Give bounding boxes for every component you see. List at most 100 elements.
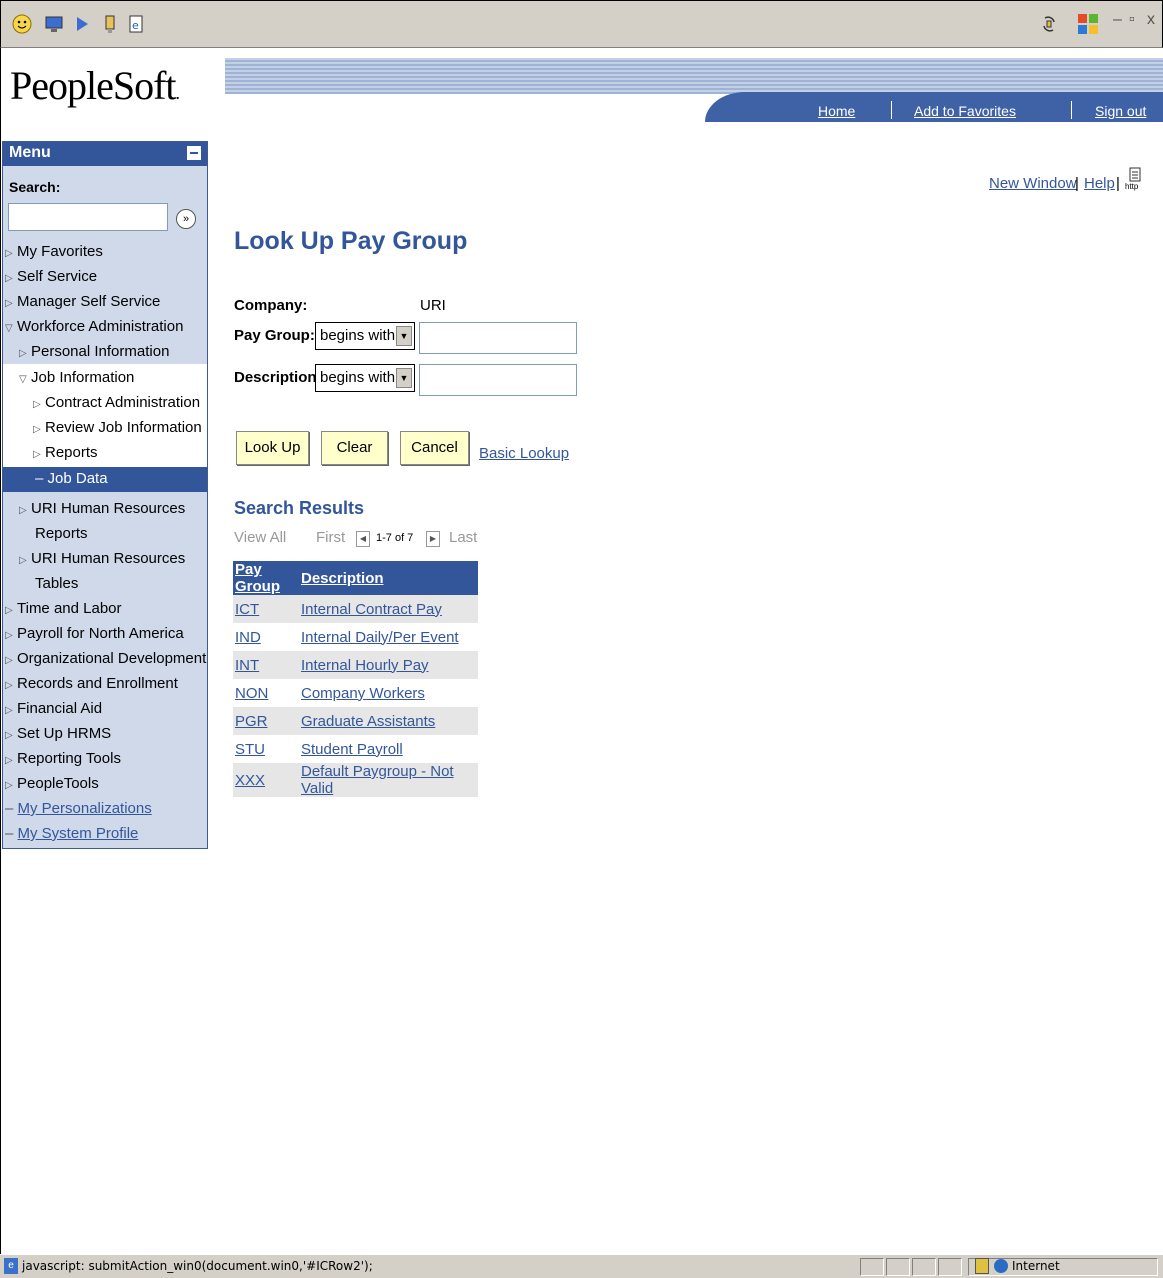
search-go-icon[interactable]: » — [176, 209, 196, 229]
menu-item-job-data[interactable]: – Job Data — [3, 467, 207, 492]
minimize-icon[interactable]: – — [1113, 11, 1122, 29]
first-link[interactable]: First — [316, 529, 345, 546]
pay-group-link[interactable]: PGR — [235, 713, 268, 730]
view-all-link[interactable]: View All — [234, 529, 286, 546]
menu-item-setup-hrms[interactable]: ▷ Set Up HRMS — [5, 725, 111, 742]
column-header-description[interactable]: Description — [299, 561, 478, 595]
menu-pane: Menu Search: » ▷ My Favorites ▷ Self Servi… — [2, 141, 208, 849]
menu-item-uri-hr-reports-cont[interactable]: Reports — [35, 525, 88, 542]
clear-button[interactable]: Clear — [321, 431, 388, 465]
menu-item-reporting-tools[interactable]: ▷ Reporting Tools — [5, 750, 121, 767]
description-operator-select[interactable]: begins with ▼ — [315, 364, 415, 392]
company-value: URI — [420, 297, 446, 314]
sign-out-link[interactable]: Sign out — [1095, 103, 1146, 119]
pay-group-link[interactable]: IND — [235, 629, 261, 646]
table-row: ICT Internal Contract Pay — [233, 595, 478, 623]
table-row: INT Internal Hourly Pay — [233, 651, 478, 679]
description-link[interactable]: Company Workers — [301, 685, 425, 702]
description-input[interactable] — [419, 364, 577, 396]
prev-arrow-icon[interactable]: ◀ — [356, 531, 370, 547]
browser-toolbar: e – ▫ x — [0, 0, 1163, 48]
monitor-icon[interactable] — [43, 13, 65, 35]
menu-item-label: My Personalizations — [17, 800, 152, 817]
menu-item-label: Tables — [35, 575, 79, 592]
description-link[interactable]: Internal Contract Pay — [301, 601, 442, 618]
pay-group-link[interactable]: NON — [235, 685, 268, 702]
http-label: http — [1125, 182, 1139, 191]
menu-item-uri-hr-tables[interactable]: ▷ URI Human Resources — [19, 550, 185, 567]
menu-item-time-and-labor[interactable]: ▷ Time and Labor — [5, 600, 122, 617]
menu-item-label: My System Profile — [17, 825, 139, 842]
description-link[interactable]: Student Payroll — [301, 741, 403, 758]
dropdown-arrow-icon[interactable]: ▼ — [396, 368, 412, 388]
pay-group-link[interactable]: INT — [235, 657, 259, 674]
menu-title: Menu — [9, 144, 51, 161]
menu-item-job-information[interactable]: ▽ Job Information — [19, 369, 134, 386]
menu-item-personal-information[interactable]: ▷ Personal Information — [19, 343, 169, 360]
collapse-icon[interactable] — [187, 146, 201, 160]
menu-item-records-enrollment[interactable]: ▷ Records and Enrollment — [5, 675, 178, 692]
look-up-button[interactable]: Look Up — [236, 431, 309, 465]
smiley-icon[interactable] — [11, 13, 33, 35]
close-icon[interactable]: x — [1147, 11, 1155, 29]
menu-item-financial-aid[interactable]: ▷ Financial Aid — [5, 700, 102, 717]
new-window-link[interactable]: New Window — [989, 175, 1077, 192]
menu-item-org-development[interactable]: ▷ Organizational Development — [5, 650, 206, 667]
dropdown-arrow-icon[interactable]: ▼ — [396, 326, 412, 346]
http-page-icon[interactable]: http — [1125, 167, 1145, 193]
menu-item-workforce-administration[interactable]: ▽ Workforce Administration — [5, 318, 183, 335]
last-link[interactable]: Last — [449, 529, 477, 546]
next-arrow-icon[interactable]: ▶ — [426, 531, 440, 547]
menu-item-manager-self-service[interactable]: ▷ Manager Self Service — [5, 293, 160, 310]
pay-group-link[interactable]: ICT — [235, 601, 259, 618]
home-link[interactable]: Home — [818, 103, 855, 119]
pay-group-link[interactable]: STU — [235, 741, 265, 758]
menu-item-label: Reports — [45, 444, 98, 461]
status-pane — [860, 1258, 884, 1276]
menu-item-my-favorites[interactable]: ▷ My Favorites — [5, 243, 103, 260]
header-separator — [1071, 101, 1072, 119]
description-cell: Internal Daily/Per Event — [299, 623, 478, 651]
menu-item-my-personalizations[interactable]: – My Personalizations — [5, 800, 152, 817]
menu-item-uri-hr-reports[interactable]: ▷ URI Human Resources — [19, 500, 185, 517]
description-link[interactable]: Internal Daily/Per Event — [301, 629, 459, 646]
restore-icon[interactable]: ▫ — [1129, 11, 1135, 29]
menu-search-input[interactable] — [8, 203, 168, 231]
menu-item-my-system-profile[interactable]: – My System Profile — [5, 825, 138, 842]
ie-page-icon: e — [4, 1258, 18, 1274]
logo-text: PeopleSoft — [10, 63, 177, 108]
menu-item-label: Self Service — [17, 268, 98, 285]
menu-item-uri-hr-tables-cont[interactable]: Tables — [35, 575, 78, 592]
menu-item-payroll-na[interactable]: ▷ Payroll for North America — [5, 625, 184, 642]
arrow-icon[interactable] — [71, 13, 93, 35]
basic-lookup-link[interactable]: Basic Lookup — [479, 445, 569, 462]
add-to-favorites-link[interactable]: Add to Favorites — [914, 103, 1016, 119]
sync-icon[interactable] — [1038, 13, 1060, 35]
triangle-right-icon: ▷ — [19, 348, 27, 359]
pay-group-input[interactable] — [419, 322, 577, 354]
menu-item-peopletools[interactable]: ▷ PeopleTools — [5, 775, 99, 792]
link-separator: | — [1116, 175, 1120, 192]
pay-group-operator-select[interactable]: begins with ▼ — [315, 322, 415, 350]
help-link[interactable]: Help — [1084, 175, 1115, 192]
menu-item-self-service[interactable]: ▷ Self Service — [5, 268, 97, 285]
status-bar: e javascript: submitAction_win0(document… — [0, 1254, 1163, 1278]
description-link[interactable]: Default Paygroup - Not Valid — [301, 763, 454, 797]
menu-item-label: URI Human Resources — [31, 550, 186, 567]
menu-item-review-job-information[interactable]: ▷ Review Job Information — [33, 419, 202, 436]
description-link[interactable]: Graduate Assistants — [301, 713, 435, 730]
menu-item-contract-administration[interactable]: ▷ Contract Administration — [33, 394, 200, 411]
menu-item-reports[interactable]: ▷ Reports — [33, 444, 98, 461]
triangle-right-icon: ▷ — [5, 630, 13, 641]
column-header-pay-group[interactable]: Pay Group — [233, 561, 299, 595]
triangle-right-icon: ▷ — [5, 605, 13, 616]
usb-icon[interactable] — [99, 13, 121, 35]
triangle-right-icon: ▷ — [5, 780, 13, 791]
description-cell: Student Payroll — [299, 735, 478, 763]
description-link[interactable]: Internal Hourly Pay — [301, 657, 429, 674]
menu-item-label: PeopleTools — [17, 775, 99, 792]
cancel-button[interactable]: Cancel — [400, 431, 469, 465]
ie-page-icon[interactable]: e — [125, 13, 147, 35]
pay-group-link[interactable]: XXX — [235, 772, 265, 789]
results-grid: Pay Group Description ICT Internal Contr… — [233, 561, 478, 797]
